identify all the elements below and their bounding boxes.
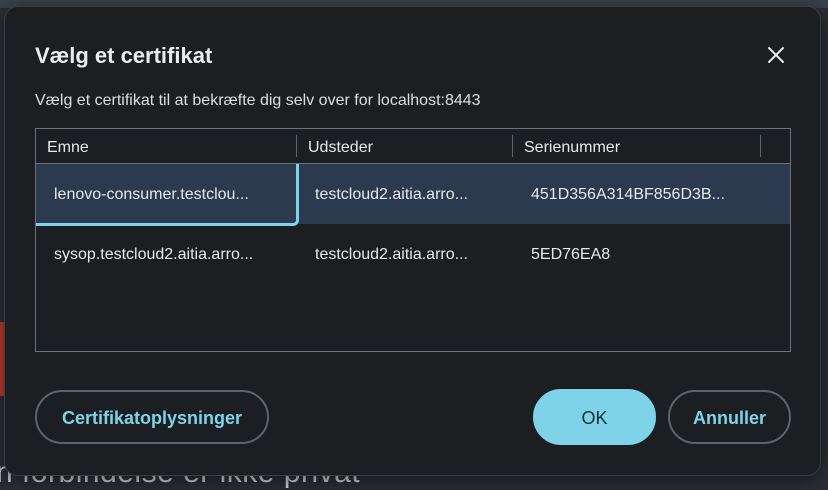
column-header-issuer[interactable]: Udsteder [308, 129, 373, 163]
dialog-title: Vælg et certifikat [35, 43, 213, 68]
column-divider[interactable] [296, 135, 297, 157]
table-row[interactable]: sysop.testcloud2.aitia.arro... testcloud… [36, 224, 790, 284]
column-header-serial[interactable]: Serienummer [524, 129, 620, 163]
cell-issuer: testcloud2.aitia.arro... [315, 186, 468, 203]
cell-subject: lenovo-consumer.testclou... [54, 186, 249, 203]
cell-serial: 451D356A314BF856D3B... [531, 186, 725, 203]
cancel-button[interactable]: Annuller [668, 390, 791, 444]
column-header-subject[interactable]: Emne [47, 129, 89, 163]
close-button[interactable] [761, 40, 791, 70]
table-header: Emne Udsteder Serienummer [36, 129, 790, 164]
cell-serial: 5ED76EA8 [531, 246, 611, 263]
close-icon [768, 47, 784, 63]
certificate-details-button[interactable]: Certifikatoplysninger [35, 390, 269, 444]
certificate-table: Emne Udsteder Serienummer lenovo-consume… [35, 128, 791, 352]
cell-issuer: testcloud2.aitia.arro... [315, 246, 468, 263]
dialog-description: Vælg et certifikat til at bekræfte dig s… [35, 92, 481, 109]
column-divider[interactable] [512, 135, 513, 157]
column-divider[interactable] [760, 135, 761, 157]
certificate-dialog: Vælg et certifikat Vælg et certifikat ti… [4, 6, 821, 476]
cell-subject: sysop.testcloud2.aitia.arro... [54, 246, 254, 263]
ok-button[interactable]: OK [533, 389, 656, 445]
table-row[interactable]: lenovo-consumer.testclou... testcloud2.a… [36, 164, 790, 226]
